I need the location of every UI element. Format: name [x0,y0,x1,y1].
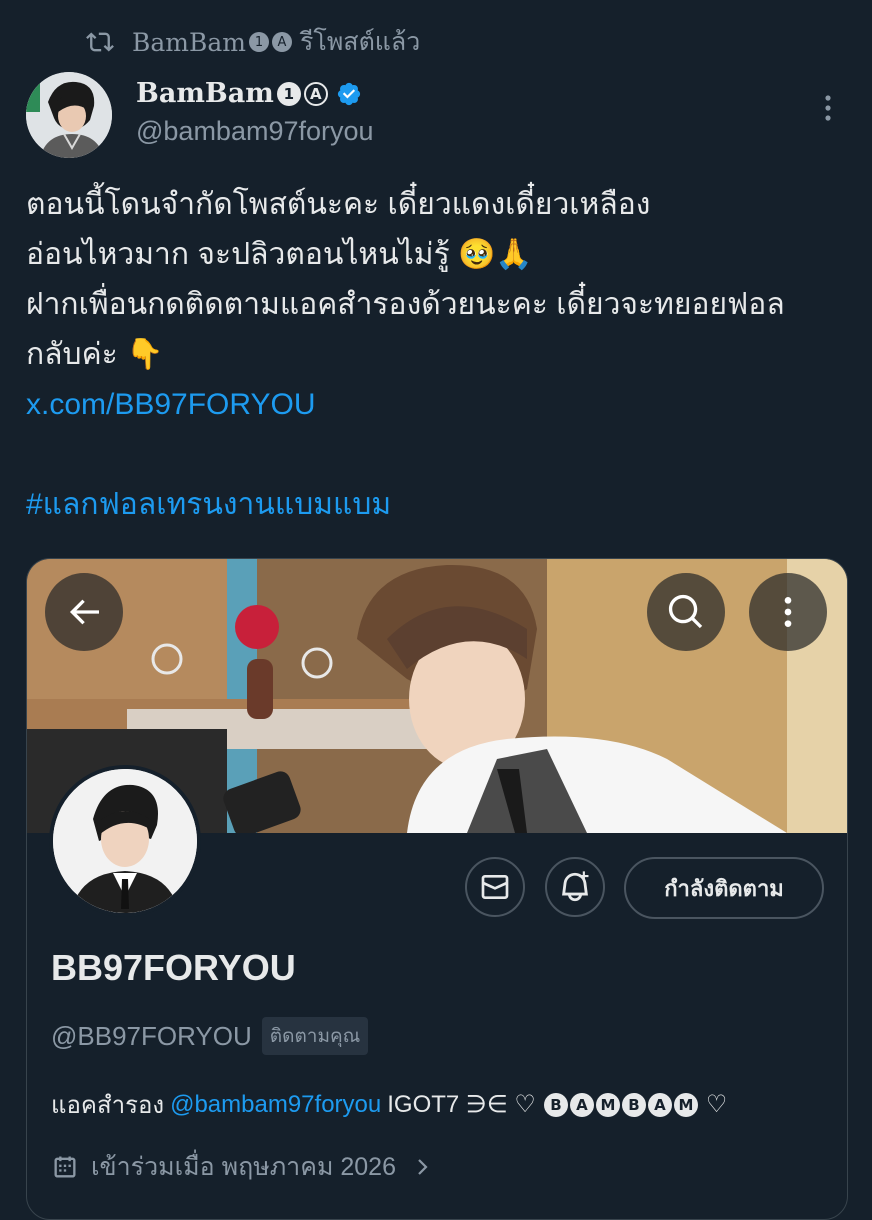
author-badge-a: A [303,81,328,106]
profile-handle: @BB97FORYOU [51,1020,252,1051]
retweeter-badge-a: A [271,32,292,52]
tweet-link[interactable]: x.com/BB97FORYOU [26,380,856,430]
message-button[interactable] [465,857,525,917]
bio-letter-5: A [647,1092,672,1117]
back-button[interactable] [45,573,123,651]
following-button[interactable]: กำลังติดตาม [624,857,824,919]
bio-letter-1: B [543,1092,568,1117]
more-icon[interactable] [818,92,838,124]
retweeter-name[interactable]: BamBam [132,28,246,57]
tweet-hashtag[interactable]: #แลกฟอลเทรนงานแบมแบม [26,480,856,530]
profile-card[interactable]: กำลังติดตาม BB97FORYOU @BB97FORYOU ติดตา… [26,558,848,1220]
chevron-right-icon[interactable] [410,1155,434,1179]
search-icon [668,594,703,629]
author-name[interactable]: BamBam [136,78,274,109]
profile-bio: แอคสำรอง @bambam97foryou IGOT7 ∋∈ ♡ B A … [51,1085,727,1124]
tweet-line-3: ฝากเพื่อนกดติดตามแอคสำรองด้วยนะคะ เดี๋ยว… [26,288,785,321]
profile-avatar[interactable] [49,765,201,917]
profile-handle-row: @BB97FORYOU ติดตามคุณ [51,1017,369,1055]
retweet-icon [86,32,114,52]
profile-display-name: BB97FORYOU [51,947,296,988]
tweet-line-4: กลับค่ะ 👇 [26,338,164,371]
joined-date-row: เข้าร่วมเมื่อ พฤษภาคม 2026 [51,1147,434,1187]
bell-plus-icon [562,871,589,902]
bio-letter-4: B [621,1092,646,1117]
follows-you-badge: ติดตามคุณ [261,1017,369,1055]
bio-mention[interactable]: @bambam97foryou [170,1091,381,1119]
notifications-button[interactable] [545,857,605,917]
bio-suffix: ♡ [705,1091,728,1118]
tweet-text: ตอนนี้โดนจำกัดโพสต์นะคะ เดี๋ยวแดงเดี๋ยวเ… [26,180,856,530]
more-options-button[interactable] [749,573,827,651]
verified-icon[interactable] [336,81,362,107]
retweet-indicator: BamBam 1 A รีโพสต์แล้ว [86,26,420,58]
back-arrow-icon [69,599,99,625]
bio-text: IGOT7 ∋∈ ♡ [387,1091,536,1118]
author-badge-1: 1 [276,81,301,106]
calendar-icon [54,1156,76,1178]
mail-icon [481,875,509,899]
retweeter-badge-1: 1 [248,32,269,52]
retweet-label: รีโพสต์แล้ว [299,28,421,56]
author-name-row[interactable]: BamBam 1 A [136,78,362,109]
bio-prefix: แอคสำรอง [51,1092,165,1119]
more-vertical-icon [784,597,792,627]
author-handle[interactable]: @bambam97foryou [136,116,374,147]
tweet-line-1: ตอนนี้โดนจำกัดโพสต์นะคะ เดี๋ยวแดงเดี๋ยวเ… [26,188,651,221]
author-avatar[interactable] [26,72,112,158]
search-button[interactable] [647,573,725,651]
bio-letter-6: M [673,1092,698,1117]
bio-letter-3: M [595,1092,620,1117]
tweet-line-2: อ่อนไหวมาก จะปลิวตอนไหนไม่รู้ 🥹🙏 [26,238,533,271]
bio-letter-2: A [569,1092,594,1117]
joined-date: เข้าร่วมเมื่อ พฤษภาคม 2026 [91,1153,396,1181]
